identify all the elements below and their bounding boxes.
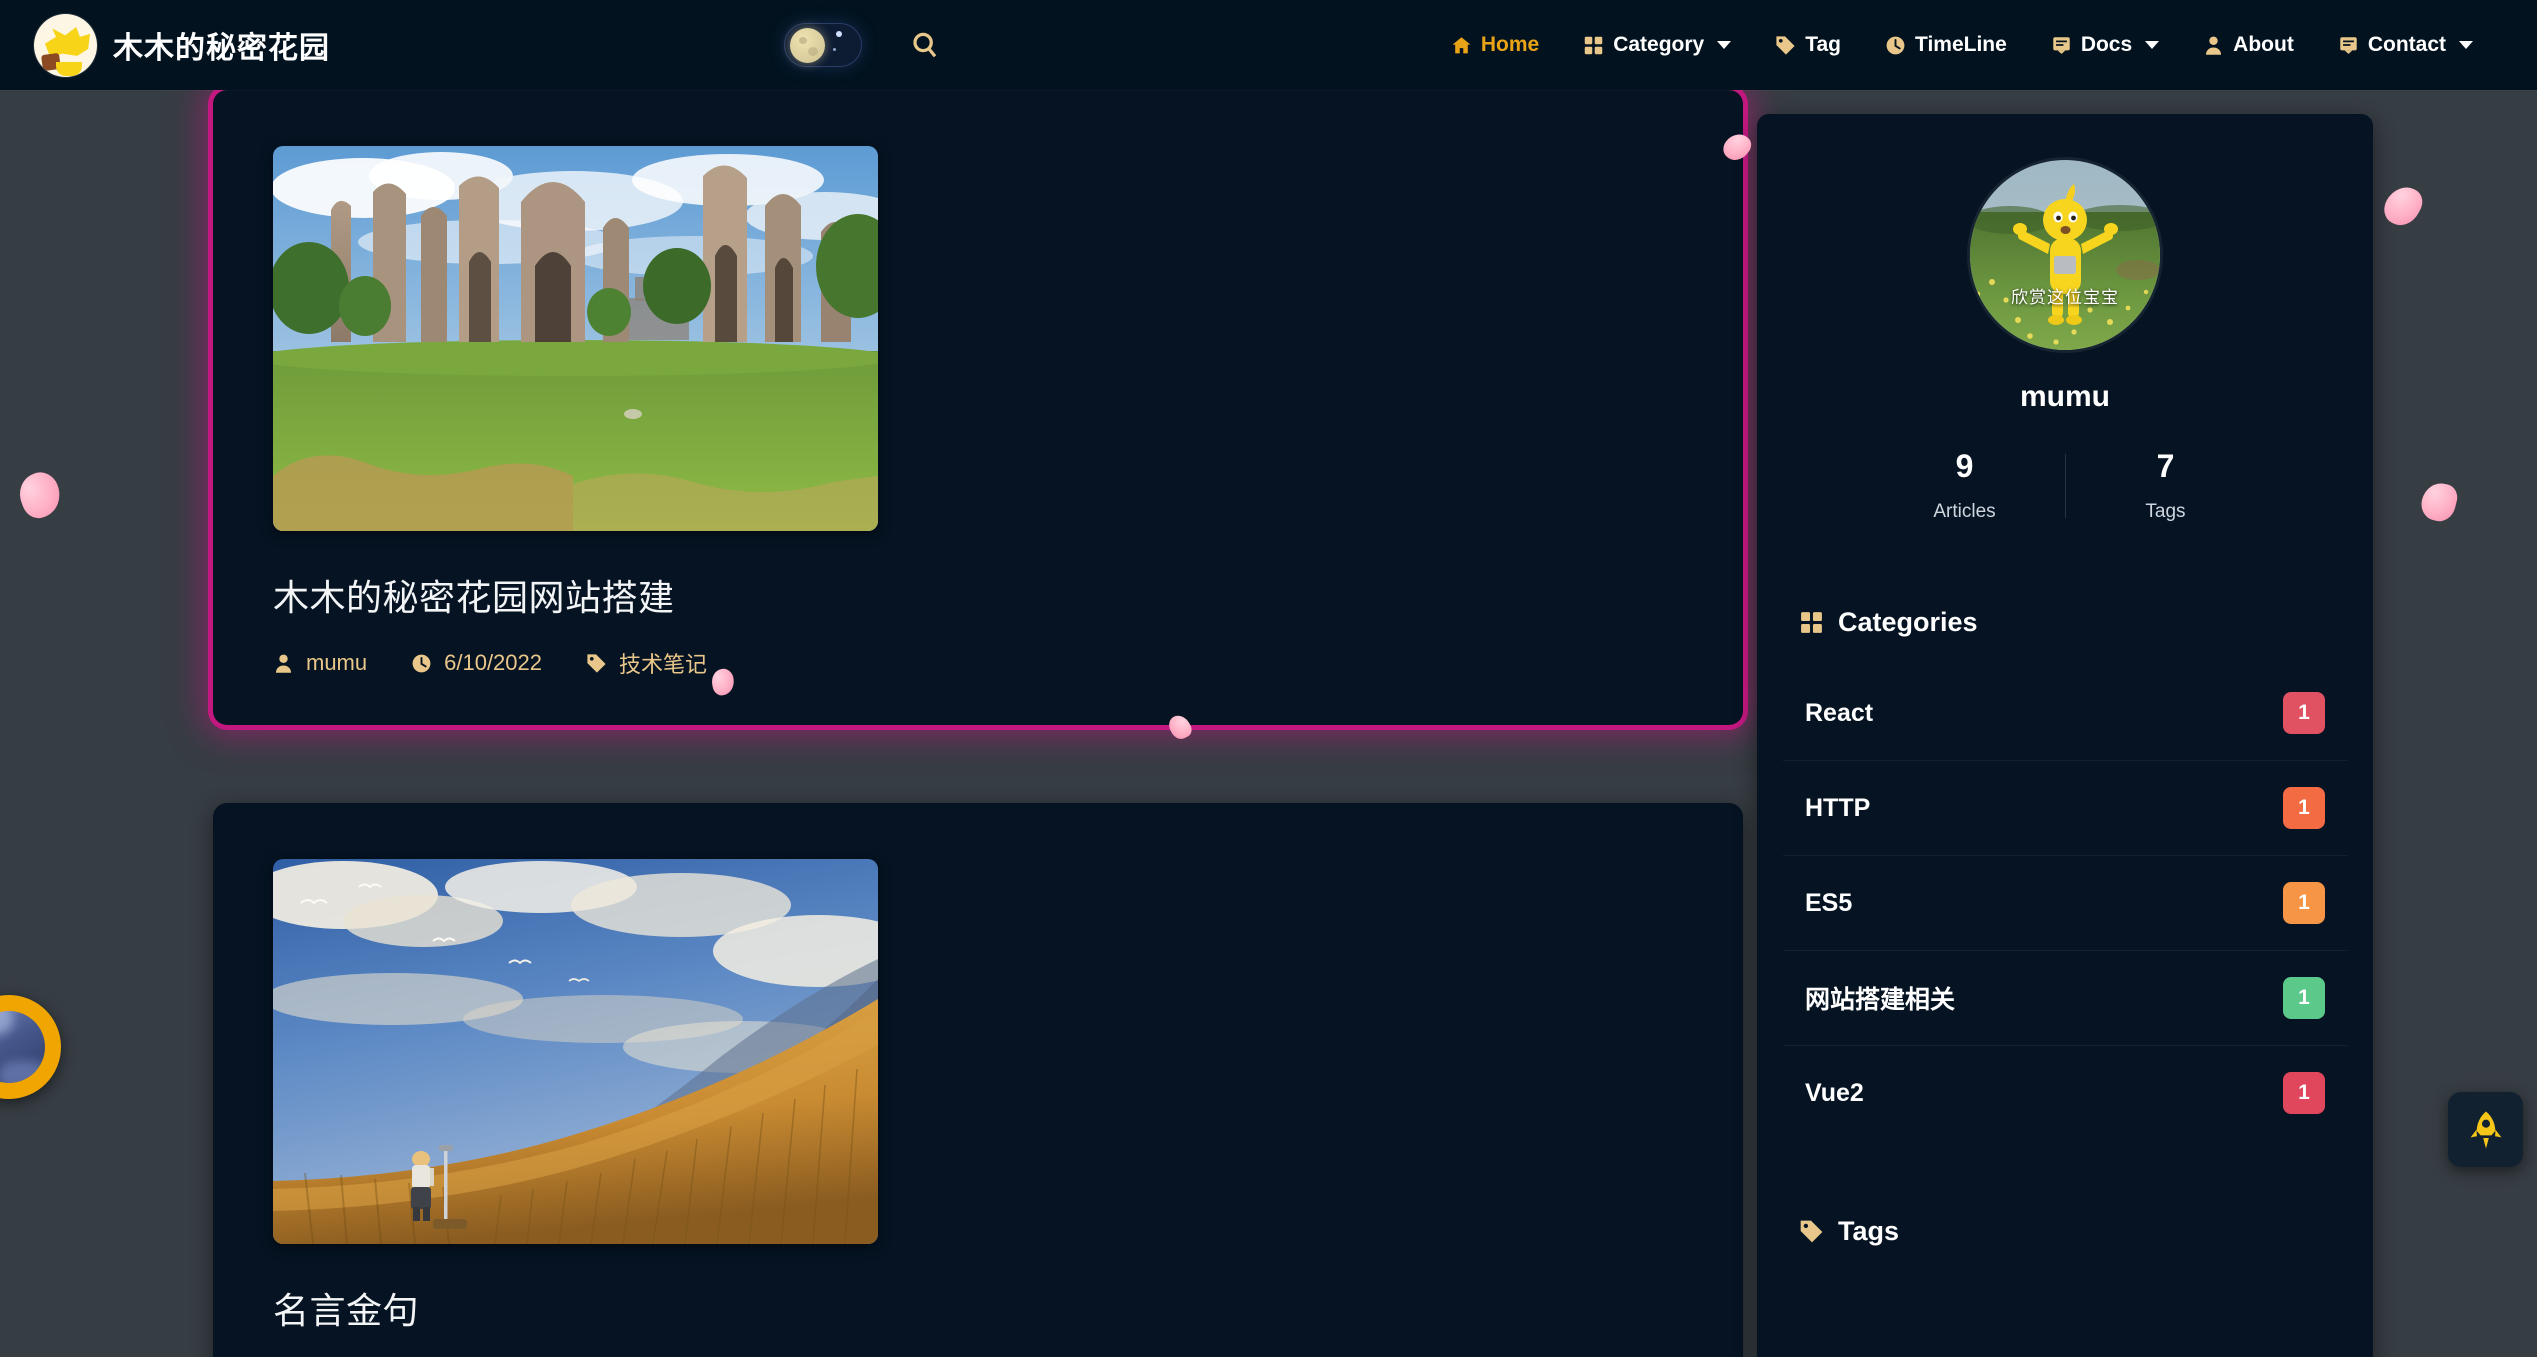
category-item-vue2[interactable]: Vue2 1 bbox=[1783, 1046, 2347, 1140]
search-button[interactable] bbox=[906, 26, 944, 64]
section-title-label: Tags bbox=[1838, 1216, 1900, 1246]
nav-item-home[interactable]: Home bbox=[1429, 0, 1561, 90]
stat-articles[interactable]: 9 Articles bbox=[1865, 448, 2065, 523]
nav-item-contact[interactable]: Contact bbox=[2316, 0, 2495, 90]
star-icon bbox=[833, 48, 836, 51]
nav-label: About bbox=[2233, 33, 2294, 56]
category-name: ES5 bbox=[1805, 888, 1853, 917]
category-count-badge: 1 bbox=[2283, 977, 2325, 1019]
user-icon bbox=[2203, 35, 2224, 56]
category-item-es5[interactable]: ES5 1 bbox=[1783, 856, 2347, 951]
post-author-label: mumu bbox=[306, 650, 368, 675]
tags-section-title: Tags bbox=[1799, 1216, 2373, 1247]
category-item-website-build[interactable]: 网站搭建相关 1 bbox=[1783, 951, 2347, 1046]
stat-value: 7 bbox=[2156, 448, 2175, 484]
post-date[interactable]: 6/10/2022 bbox=[411, 650, 542, 676]
main-navigation: Home Category Tag TimeLine Docs About Co… bbox=[1429, 0, 2495, 90]
nav-label: Category bbox=[1613, 33, 1705, 56]
nav-item-timeline[interactable]: TimeLine bbox=[1863, 0, 2029, 90]
stat-label: Articles bbox=[1933, 501, 1996, 522]
sidebar: 欣赏这位宝宝 mumu 9 Articles 7 Tags Categories bbox=[1757, 114, 2373, 1357]
post-author[interactable]: mumu bbox=[273, 650, 367, 676]
anime-wheat-field-illustration bbox=[273, 859, 878, 1244]
post-title[interactable]: 名言金句 bbox=[273, 1282, 1683, 1334]
chevron-down-icon bbox=[2145, 41, 2160, 49]
sakura-petal bbox=[2378, 180, 2428, 232]
star-icon bbox=[836, 31, 842, 37]
post-thumbnail[interactable] bbox=[273, 146, 878, 531]
back-to-top-button[interactable] bbox=[2448, 1092, 2523, 1167]
grid-icon bbox=[1583, 35, 1604, 56]
abbey-ruins-photo bbox=[273, 146, 878, 531]
profile-avatar-wrap: 欣赏这位宝宝 bbox=[1757, 160, 2373, 350]
nav-item-docs[interactable]: Docs bbox=[2029, 0, 2181, 90]
category-count-badge: 1 bbox=[2283, 1072, 2325, 1114]
post-date-label: 6/10/2022 bbox=[444, 650, 542, 675]
moon-icon bbox=[790, 28, 825, 63]
teletubby-avatar bbox=[1970, 160, 2160, 350]
category-name: Vue2 bbox=[1805, 1078, 1864, 1107]
section-title-label: Categories bbox=[1838, 607, 1978, 637]
post-title[interactable]: 木木的秘密花园网站搭建 bbox=[273, 569, 1683, 621]
category-count-badge: 1 bbox=[2283, 692, 2325, 734]
nav-label: Contact bbox=[2367, 33, 2446, 56]
avatar[interactable]: 欣赏这位宝宝 bbox=[1970, 160, 2160, 350]
header-center-controls bbox=[784, 0, 944, 90]
post-tag-label: 技术笔记 bbox=[619, 652, 708, 677]
chevron-down-icon bbox=[1717, 41, 1732, 49]
category-count-badge: 1 bbox=[2283, 882, 2325, 924]
music-disc-icon: ♪ bbox=[0, 1011, 45, 1083]
clock-icon bbox=[1885, 35, 1906, 56]
user-icon bbox=[275, 654, 292, 673]
sakura-petal bbox=[13, 467, 67, 523]
chevron-down-icon bbox=[2459, 41, 2473, 49]
document-icon bbox=[2338, 35, 2359, 56]
post-tag[interactable]: 技术笔记 bbox=[586, 647, 707, 679]
site-title: 木木的秘密花园 bbox=[113, 32, 330, 65]
sakura-petal bbox=[2417, 479, 2461, 525]
profile-stats: 9 Articles 7 Tags bbox=[1757, 448, 2373, 523]
tag-icon bbox=[587, 653, 606, 673]
brand[interactable]: 木木的秘密花园 bbox=[34, 13, 330, 77]
home-icon bbox=[1451, 35, 1472, 56]
page-body: 木木的秘密花园网站搭建 mumu 6/10/2022 技术笔记 名言金句 欣赏这… bbox=[0, 90, 2537, 1357]
rocket-icon bbox=[2470, 1110, 2501, 1149]
avatar-caption: 欣赏这位宝宝 bbox=[2011, 288, 2119, 307]
nav-item-category[interactable]: Category bbox=[1561, 0, 1753, 90]
nav-label: Home bbox=[1480, 33, 1540, 56]
post-card[interactable]: 木木的秘密花园网站搭建 mumu 6/10/2022 技术笔记 bbox=[213, 90, 1743, 725]
nav-item-about[interactable]: About bbox=[2181, 0, 2316, 90]
music-player-widget[interactable]: ♪ bbox=[0, 995, 61, 1099]
tag-icon bbox=[1800, 1220, 1823, 1243]
nav-label: Docs bbox=[2080, 33, 2133, 56]
categories-section-title: Categories bbox=[1799, 607, 2373, 638]
category-name: React bbox=[1805, 698, 1874, 727]
post-thumbnail[interactable] bbox=[273, 859, 878, 1244]
category-list: React 1 HTTP 1 ES5 1 网站搭建相关 1 Vue2 1 bbox=[1783, 666, 2347, 1140]
nav-item-tag[interactable]: Tag bbox=[1753, 0, 1863, 90]
profile-name: mumu bbox=[2020, 380, 2110, 413]
stat-label: Tags bbox=[2145, 501, 2186, 522]
document-icon bbox=[2051, 35, 2072, 56]
category-name: HTTP bbox=[1805, 793, 1871, 822]
post-card[interactable]: 名言金句 mumu 5/28/2022 bbox=[213, 803, 1743, 1357]
nav-label: Tag bbox=[1805, 33, 1841, 56]
category-name: 网站搭建相关 bbox=[1805, 986, 1956, 1014]
search-icon bbox=[913, 32, 937, 58]
category-count-badge: 1 bbox=[2283, 787, 2325, 829]
stat-tags[interactable]: 7 Tags bbox=[2066, 448, 2266, 523]
theme-toggle[interactable] bbox=[784, 23, 862, 67]
tag-icon bbox=[1775, 35, 1796, 56]
nav-label: TimeLine bbox=[1915, 33, 2007, 56]
post-meta: mumu 6/10/2022 技术笔记 bbox=[273, 647, 1683, 679]
post-list: 木木的秘密花园网站搭建 mumu 6/10/2022 技术笔记 名言金句 bbox=[213, 90, 1743, 1357]
pikachu-logo-icon bbox=[34, 13, 97, 77]
category-item-http[interactable]: HTTP 1 bbox=[1783, 761, 2347, 856]
grid-icon bbox=[1801, 612, 1822, 633]
site-header: 木木的秘密花园 Home Category Tag TimeLine Docs … bbox=[0, 0, 2537, 90]
stat-value: 9 bbox=[1955, 448, 1974, 484]
clock-icon bbox=[412, 654, 431, 672]
category-item-react[interactable]: React 1 bbox=[1783, 666, 2347, 761]
